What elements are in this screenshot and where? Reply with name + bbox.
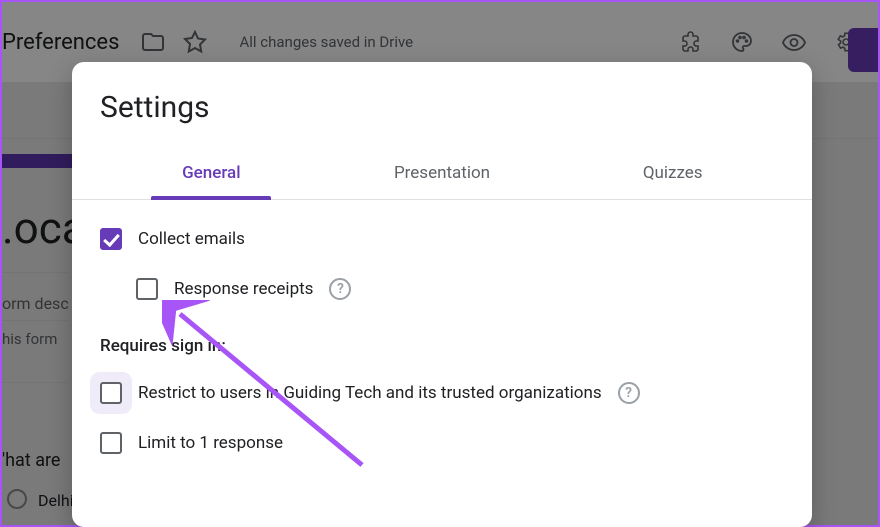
- collect-emails-checkbox[interactable]: [100, 228, 122, 250]
- limit-checkbox[interactable]: [100, 432, 122, 454]
- response-receipts-label: Response receipts: [174, 279, 313, 299]
- dialog-title: Settings: [72, 62, 812, 125]
- response-receipts-checkbox[interactable]: [136, 278, 158, 300]
- dialog-body: Collect emails Response receipts ? Requi…: [72, 200, 812, 454]
- tab-quizzes[interactable]: Quizzes: [557, 149, 788, 199]
- help-icon[interactable]: ?: [618, 382, 640, 404]
- tab-presentation[interactable]: Presentation: [327, 149, 558, 199]
- restrict-row: Restrict to users in Guiding Tech and it…: [100, 382, 784, 404]
- response-receipts-row: Response receipts ?: [136, 278, 784, 300]
- tab-general[interactable]: General: [96, 149, 327, 199]
- help-icon[interactable]: ?: [329, 278, 351, 300]
- collect-emails-row: Collect emails: [100, 228, 784, 250]
- restrict-label: Restrict to users in Guiding Tech and it…: [138, 383, 602, 403]
- limit-label: Limit to 1 response: [138, 433, 283, 453]
- collect-emails-label: Collect emails: [138, 229, 245, 249]
- limit-row: Limit to 1 response: [100, 432, 784, 454]
- settings-dialog: Settings General Presentation Quizzes Co…: [72, 62, 812, 527]
- restrict-checkbox[interactable]: [100, 382, 122, 404]
- tab-bar: General Presentation Quizzes: [72, 149, 812, 200]
- requires-sign-in-label: Requires sign in:: [100, 336, 784, 356]
